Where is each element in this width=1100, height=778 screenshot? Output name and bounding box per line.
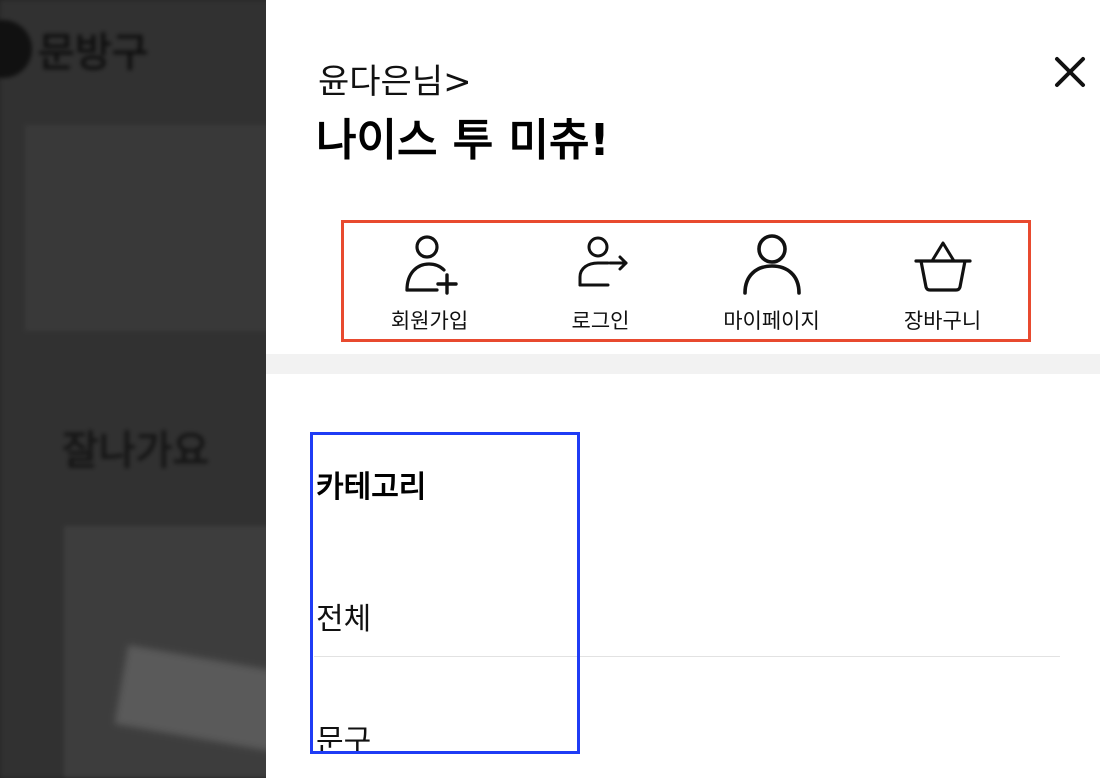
cart-label: 장바구니 bbox=[903, 309, 982, 333]
mypage-label: 마이페이지 bbox=[723, 309, 820, 333]
close-icon bbox=[1055, 57, 1085, 87]
login-icon bbox=[578, 236, 627, 287]
category-divider bbox=[314, 656, 1060, 657]
user-greeting-link[interactable]: 윤다은님> bbox=[318, 54, 472, 103]
quick-menu: 회원가입 로그인 마이페이지 장바구니 bbox=[341, 220, 1031, 342]
close-button[interactable] bbox=[1052, 54, 1088, 90]
drawer-headline: 나이스 투 미츄! bbox=[316, 115, 610, 166]
signup-button[interactable]: 회원가입 bbox=[344, 223, 515, 339]
mypage-button[interactable]: 마이페이지 bbox=[686, 223, 857, 339]
section-divider bbox=[266, 354, 1100, 374]
login-button[interactable]: 로그인 bbox=[515, 223, 686, 339]
user-add-icon bbox=[404, 235, 458, 295]
basket-icon bbox=[913, 241, 972, 292]
category-title: 카테고리 bbox=[316, 470, 427, 505]
user-icon bbox=[742, 234, 801, 295]
category-item-stationery[interactable]: 문구 bbox=[316, 716, 371, 760]
category-item-all[interactable]: 전체 bbox=[316, 594, 371, 638]
login-label: 로그인 bbox=[571, 309, 630, 333]
cart-button[interactable]: 장바구니 bbox=[857, 223, 1028, 339]
signup-label: 회원가입 bbox=[390, 309, 469, 333]
side-drawer: 윤다은님> 나이스 투 미츄! 회원가입 로그인 마이페이지 장바구니 카테고리… bbox=[266, 0, 1100, 778]
